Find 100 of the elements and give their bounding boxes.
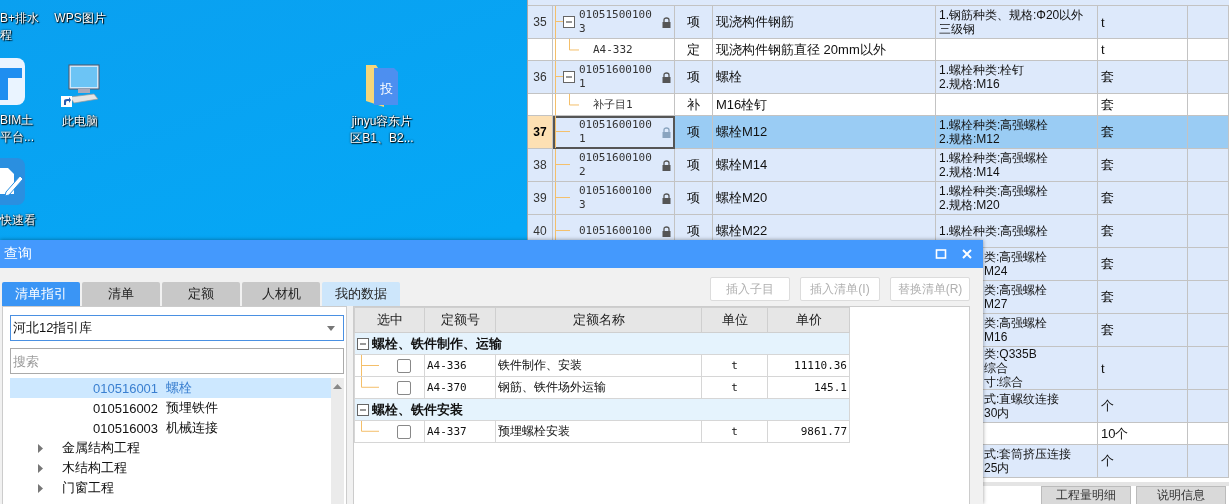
item-name: 螺栓 (716, 68, 742, 86)
item-name: 螺栓M14 (716, 156, 768, 174)
tab[interactable]: 定额 (162, 282, 240, 306)
table-row[interactable]: 39 010516001003 项 螺栓M20 1.螺栓种类:高强螺栓 2.规格:M20 套 (528, 182, 1229, 215)
item-unit: t (1101, 42, 1105, 57)
item-features: 类:Q335B 综合 寸:综合 (984, 347, 1037, 389)
tree-line (555, 149, 570, 181)
tab[interactable]: 我的数据 (322, 282, 400, 306)
table-row[interactable]: 35 010515001003 项 现浇构件钢筋 1.钢筋种类、规格:Φ20以外 三级钢 t (528, 6, 1229, 39)
expand-arrow-icon[interactable] (37, 483, 44, 493)
group-row[interactable]: 螺栓、铁件安装 (354, 398, 850, 421)
unit-price: 145.1 (813, 381, 847, 394)
item-unit: 套 (1101, 288, 1114, 306)
collapse-icon[interactable] (357, 403, 369, 416)
quota-unit: t (731, 381, 738, 394)
item-code: 010515001003 (579, 8, 652, 36)
column-header[interactable]: 单价 (767, 307, 850, 333)
item-code: 01051600100 (579, 224, 652, 238)
item-code: 010516001002 (579, 151, 652, 179)
tab[interactable]: 人材机 (242, 282, 320, 306)
item-unit: 套 (1101, 255, 1114, 273)
row-number: 35 (533, 15, 547, 29)
row-number: 38 (533, 158, 547, 172)
item-unit: 10个 (1101, 424, 1129, 443)
document-pen-icon[interactable] (0, 158, 25, 205)
item-type: 项 (687, 189, 700, 207)
row-number: 37 (533, 125, 547, 139)
item-features: 1.钢筋种类、规格:Φ20以外 三级钢 (939, 8, 1084, 36)
collapse-icon[interactable] (563, 71, 575, 83)
quota-unit: t (731, 359, 738, 372)
expand-arrow-icon[interactable] (37, 463, 44, 473)
item-type: 项 (687, 13, 700, 31)
group-title: 螺栓、铁件制作、运输 (372, 335, 502, 351)
tree-item[interactable]: 门窗工程 (10, 478, 331, 498)
column-header[interactable]: 定额名称 (495, 307, 702, 333)
tree-item[interactable]: 木结构工程 (10, 458, 331, 478)
item-features: 1.螺栓种类:高强螺栓 (939, 224, 1049, 238)
quota-name: 预埋螺栓安装 (498, 424, 570, 438)
item-type: 项 (687, 156, 700, 174)
item-unit: 个 (1101, 397, 1114, 415)
item-unit: t (1101, 360, 1105, 376)
bottom-tab[interactable]: 工程量明细 (1041, 486, 1131, 504)
group-title: 螺栓、铁件安装 (372, 401, 463, 417)
item-name: 现浇构件钢筋直径 20mm以外 (716, 40, 886, 59)
item-features: 式:直螺纹连接 30内 (984, 392, 1060, 420)
tree-item[interactable]: 金属结构工程 (10, 438, 331, 458)
item-unit: 套 (1101, 189, 1114, 207)
table-row[interactable]: 38 010516001002 项 螺栓M14 1.螺栓种类:高强螺栓 2.规格:M14 套 (528, 149, 1229, 182)
table-row[interactable]: 37 010516001001 项 螺栓M12 1.螺栓种类:高强螺栓 2.规格:M12 套 (528, 116, 1229, 149)
item-code: 补子目1 (593, 97, 633, 112)
column-header[interactable]: 单位 (701, 307, 768, 333)
item-unit: 套 (1101, 156, 1114, 174)
item-features: 1.螺栓种类:高强螺栓 2.规格:M12 (939, 118, 1049, 146)
quota-name: 铁件制作、安装 (498, 358, 582, 372)
row-number: 40 (533, 224, 547, 238)
checkbox[interactable] (397, 358, 411, 373)
item-features: 1.螺栓种类:高强螺栓 2.规格:M20 (939, 184, 1049, 212)
tab[interactable]: 清单 (82, 282, 160, 306)
tree-item[interactable]: 010516002 预埋铁件 (10, 398, 331, 418)
scroll-up-icon[interactable] (333, 384, 342, 389)
item-name: M16栓钉 (716, 95, 768, 114)
checkbox[interactable] (397, 380, 411, 395)
item-code: 010516001001 (579, 63, 652, 91)
unit-price: 9861.77 (800, 425, 847, 438)
item-type: 项 (687, 68, 700, 86)
column-header[interactable]: 选中 (354, 307, 425, 333)
tree-line (361, 421, 379, 432)
app-icon[interactable] (0, 58, 25, 105)
bottom-tab[interactable]: 说明信息 (1136, 486, 1226, 504)
item-type: 项 (687, 222, 700, 240)
table-row[interactable]: 36 010516001001 项 螺栓 1.螺栓种类:栓钉 2.规格:M16 套 (528, 61, 1229, 94)
tree-line (555, 182, 570, 214)
row-number: 39 (533, 191, 547, 205)
unit-price: 11110.36 (794, 359, 847, 372)
quota-name: 钢筋、铁件场外运输 (498, 380, 606, 394)
tree-item[interactable]: 010516003 机械连接 (10, 418, 331, 438)
caret-icon (327, 325, 335, 331)
group-row[interactable]: 螺栓、铁件制作、运输 (354, 332, 850, 355)
checkbox[interactable] (397, 424, 411, 439)
item-unit: 套 (1101, 95, 1114, 114)
item-type: 项 (687, 123, 700, 141)
item-features: 类:高强螺栓 M27 (984, 283, 1048, 311)
item-name: 螺栓M12 (716, 123, 768, 141)
item-unit: 套 (1101, 222, 1114, 240)
collapse-icon[interactable] (563, 16, 575, 28)
computer-icon[interactable] (60, 63, 100, 109)
table-row[interactable]: 补子目1 补 M16栓钉 套 (528, 94, 1229, 116)
item-features: 1.螺栓种类:栓钉 2.规格:M16 (939, 63, 1025, 91)
search-field[interactable]: 搜索 (10, 348, 344, 374)
expand-arrow-icon[interactable] (37, 443, 44, 453)
collapse-icon[interactable] (357, 337, 369, 350)
scrollbar[interactable] (331, 378, 344, 504)
column-header[interactable]: 定额号 (424, 307, 496, 333)
maximize-icon[interactable] (935, 248, 947, 260)
close-icon[interactable] (961, 248, 973, 260)
table-row[interactable]: A4-332 定 现浇构件钢筋直径 20mm以外 t (528, 39, 1229, 61)
item-unit: 套 (1101, 321, 1114, 339)
library-dropdown[interactable]: 河北12指引库 (10, 315, 344, 341)
quota-code: A4-370 (427, 381, 467, 394)
item-features: 式:套筒挤压连接 25内 (984, 447, 1072, 475)
